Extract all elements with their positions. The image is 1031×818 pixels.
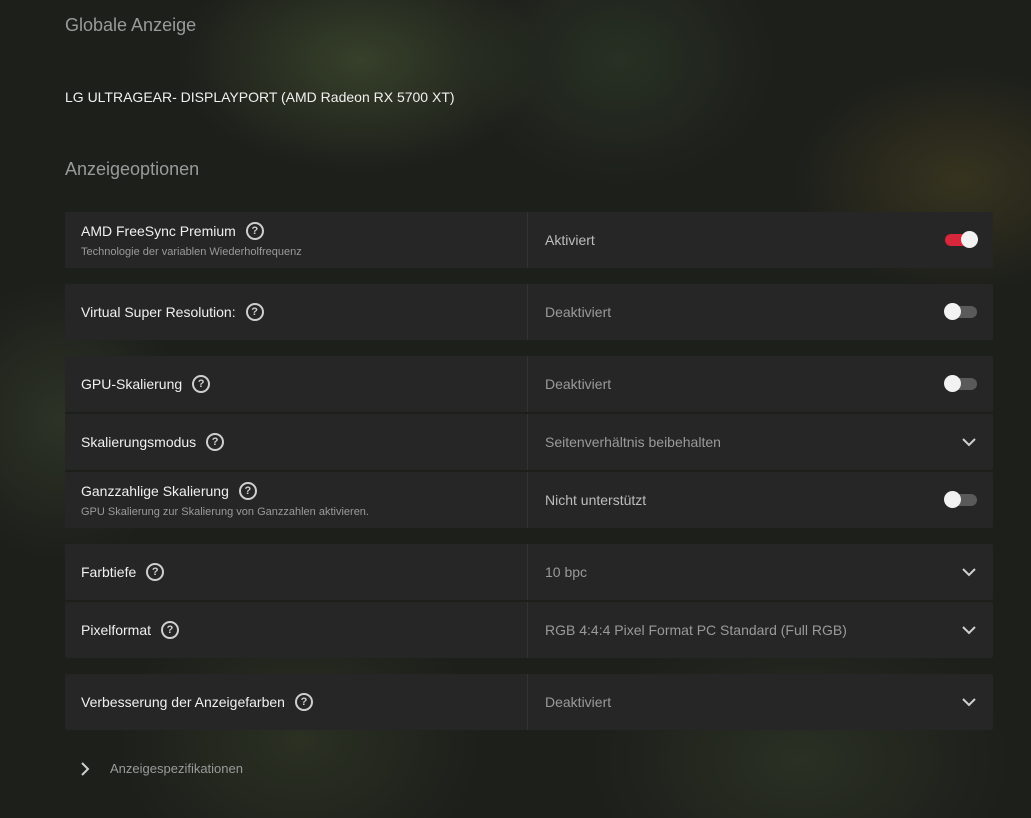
scaling-mode-value: Seitenverhältnis beibehalten	[545, 434, 721, 450]
gpu-scaling-row: GPU-Skalierung ? Deaktiviert	[65, 356, 993, 412]
gpu-scaling-toggle[interactable]	[944, 375, 977, 392]
color-depth-value: 10 bpc	[545, 564, 588, 580]
freesync-description: Technologie der variablen Wiederholfrequ…	[81, 246, 302, 258]
help-icon[interactable]: ?	[245, 303, 264, 321]
help-icon[interactable]: ?	[206, 433, 225, 451]
vsr-value: Deaktiviert	[545, 304, 612, 320]
help-icon[interactable]: ?	[192, 375, 211, 393]
help-icon[interactable]: ?	[146, 563, 165, 581]
chevron-down-icon[interactable]	[961, 564, 977, 580]
help-icon[interactable]: ?	[245, 222, 264, 240]
display-options-title: Anzeigeoptionen	[65, 159, 200, 179]
chevron-down-icon[interactable]	[961, 694, 977, 710]
pixel-format-row[interactable]: Pixelformat ? RGB 4:4:4 Pixel Format PC …	[65, 602, 993, 658]
freesync-label: AMD FreeSync Premium	[81, 223, 236, 239]
help-icon[interactable]: ?	[238, 482, 257, 500]
chevron-right-icon	[81, 761, 90, 776]
color-depth-row[interactable]: Farbtiefe ? 10 bpc	[65, 544, 993, 600]
color-enhancement-row[interactable]: Verbesserung der Anzeigefarben ? Deaktiv…	[65, 674, 993, 730]
global-display-title: Globale Anzeige	[65, 15, 197, 35]
color-enhancement-label: Verbesserung der Anzeigefarben	[81, 694, 285, 710]
display-specs-expander[interactable]: Anzeigespezifikationen	[80, 761, 243, 776]
vsr-row: Virtual Super Resolution: ? Deaktiviert	[65, 284, 993, 340]
pixel-format-label: Pixelformat	[81, 622, 152, 638]
pixel-format-value: RGB 4:4:4 Pixel Format PC Standard (Full…	[545, 622, 847, 638]
display-name: LG ULTRAGEAR- DISPLAYPORT (AMD Radeon RX…	[65, 89, 455, 105]
help-icon[interactable]: ?	[294, 693, 313, 711]
color-depth-label: Farbtiefe	[81, 564, 137, 580]
freesync-row: AMD FreeSync Premium ? Technologie der v…	[65, 212, 993, 268]
chevron-down-icon[interactable]	[961, 434, 977, 450]
gpu-scaling-value: Deaktiviert	[545, 376, 612, 392]
scaling-mode-row[interactable]: Skalierungsmodus ? Seitenverhältnis beib…	[65, 414, 993, 470]
vsr-toggle[interactable]	[944, 303, 977, 320]
freesync-value: Aktiviert	[545, 232, 595, 248]
integer-scaling-value: Nicht unterstützt	[545, 492, 647, 508]
display-specs-label: Anzeigespezifikationen	[110, 761, 243, 776]
integer-scaling-label: Ganzzahlige Skalierung	[81, 483, 229, 499]
help-icon[interactable]: ?	[161, 621, 180, 639]
integer-scaling-row: Ganzzahlige Skalierung ? GPU Skalierung …	[65, 472, 993, 528]
freesync-toggle[interactable]	[945, 231, 978, 248]
gpu-scaling-label: GPU-Skalierung	[81, 376, 183, 392]
scaling-mode-label: Skalierungsmodus	[81, 434, 197, 450]
integer-scaling-toggle[interactable]	[944, 491, 977, 508]
color-enhancement-value: Deaktiviert	[545, 694, 612, 710]
integer-scaling-description: GPU Skalierung zur Skalierung von Ganzza…	[81, 506, 369, 518]
vsr-label: Virtual Super Resolution:	[81, 304, 236, 320]
chevron-down-icon[interactable]	[961, 622, 977, 638]
